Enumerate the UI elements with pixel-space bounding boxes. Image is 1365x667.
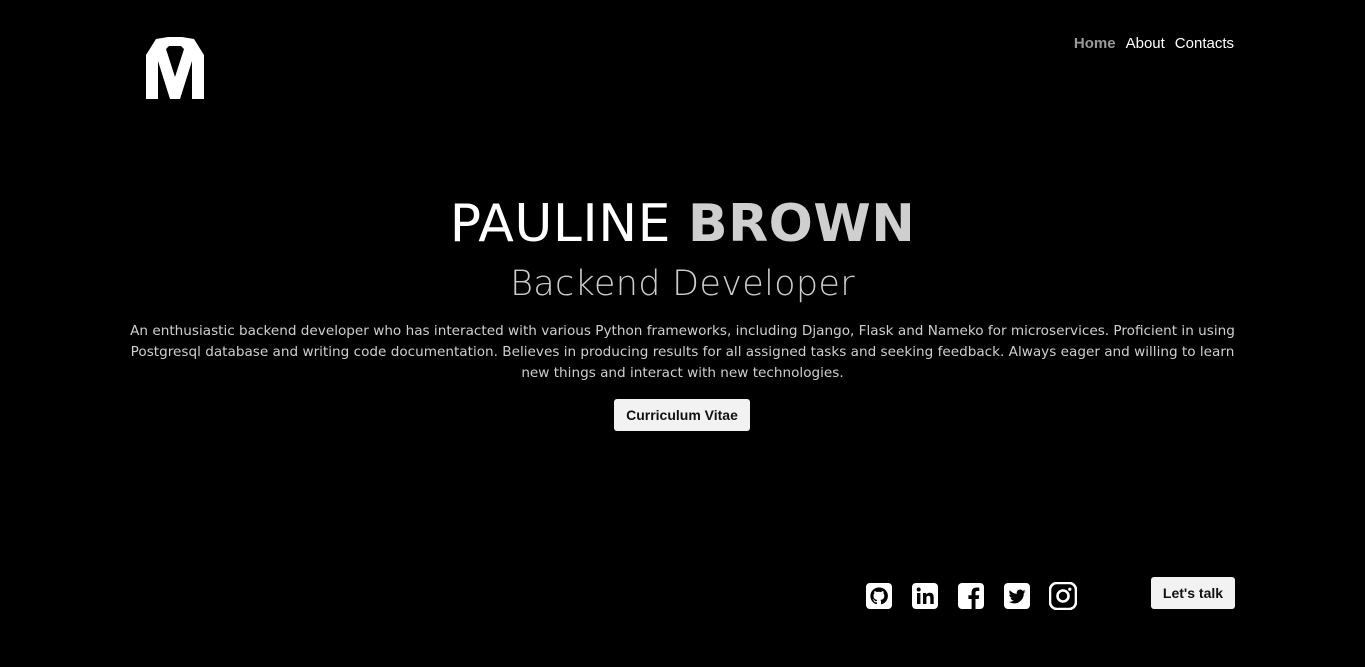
instagram-icon[interactable] (1049, 582, 1077, 610)
nav-home-link[interactable]: Home (1074, 35, 1116, 53)
last-name: BROWN (688, 194, 916, 254)
nav-contacts-link[interactable]: Contacts (1175, 35, 1234, 53)
nav-about-link[interactable]: About (1126, 35, 1165, 53)
social-links (865, 582, 1077, 610)
lets-talk-button[interactable]: Let's talk (1151, 577, 1235, 609)
main-nav: Home About Contacts (1074, 35, 1234, 53)
facebook-icon[interactable] (957, 582, 985, 610)
linkedin-icon[interactable] (911, 582, 939, 610)
page: Home About Contacts PAULINE BROWN Backen… (0, 0, 1365, 667)
hero-role: Backend Developer (510, 264, 855, 304)
monogram-m-logo[interactable] (146, 37, 204, 99)
github-icon[interactable] (865, 582, 893, 610)
first-name: PAULINE (449, 194, 671, 254)
curriculum-vitae-button[interactable]: Curriculum Vitae (614, 399, 750, 431)
hero-description: An enthusiastic backend developer who ha… (130, 323, 1235, 381)
twitter-icon[interactable] (1003, 582, 1031, 610)
hero-name: PAULINE BROWN (0, 192, 1365, 256)
